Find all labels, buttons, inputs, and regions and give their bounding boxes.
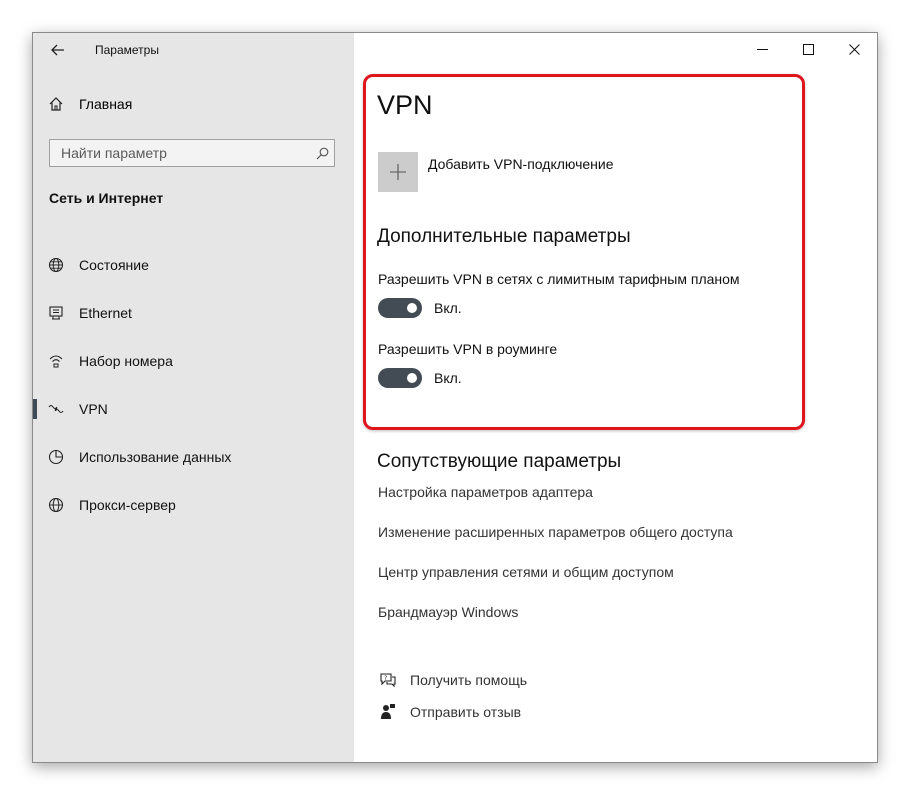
metered-toggle[interactable]: [378, 298, 422, 318]
maximize-icon[interactable]: [785, 33, 831, 65]
minimize-icon[interactable]: [739, 33, 785, 65]
page-title: VPN: [377, 90, 433, 120]
ethernet-icon: [47, 304, 65, 322]
sidebar-item-dialup[interactable]: Набор номера: [33, 337, 354, 385]
sidebar-item-label: Состояние: [79, 257, 149, 273]
window-controls: [739, 33, 877, 65]
sidebar-item-label: Использование данных: [79, 449, 232, 465]
link-network-center[interactable]: Центр управления сетями и общим доступом: [378, 564, 674, 580]
data-usage-icon: [47, 448, 65, 466]
nav-home-label: Главная: [79, 96, 133, 112]
search-input[interactable]: [50, 144, 310, 162]
link-sharing-options[interactable]: Изменение расширенных параметров общего …: [378, 524, 733, 540]
app-title: Параметры: [95, 43, 159, 57]
sidebar: Параметры Главная Сеть и Интернет Состоя…: [33, 33, 354, 762]
help-chat-icon: ?: [378, 670, 398, 690]
link-firewall[interactable]: Брандмауэр Windows: [378, 604, 518, 620]
proxy-globe-icon: [47, 496, 65, 514]
sidebar-item-label: VPN: [79, 401, 108, 417]
dialup-icon: [47, 352, 65, 370]
nav-home[interactable]: Главная: [47, 95, 132, 113]
feedback-person-icon: [378, 702, 398, 722]
globe-icon: [47, 256, 65, 274]
advanced-settings-title: Дополнительные параметры: [377, 226, 631, 247]
get-help-link[interactable]: ? Получить помощь: [378, 670, 527, 690]
link-adapter-options[interactable]: Настройка параметров адаптера: [378, 484, 593, 500]
add-vpn-button[interactable]: Добавить VPN-подключение: [378, 152, 614, 192]
home-icon: [47, 95, 65, 113]
sidebar-item-vpn[interactable]: VPN: [33, 385, 354, 433]
plus-icon: [378, 152, 418, 192]
related-settings-title: Сопутствующие параметры: [377, 451, 622, 472]
send-feedback-label: Отправить отзыв: [410, 704, 522, 720]
get-help-label: Получить помощь: [410, 672, 528, 688]
sidebar-item-status[interactable]: Состояние: [33, 241, 354, 289]
sidebar-item-label: Набор номера: [79, 353, 173, 369]
vpn-icon: [47, 400, 65, 418]
sidebar-item-label: Прокси-сервер: [79, 497, 176, 513]
search-box[interactable]: [49, 139, 335, 167]
search-icon[interactable]: [310, 147, 334, 160]
add-vpn-label: Добавить VPN-подключение: [428, 156, 614, 172]
send-feedback-link[interactable]: Отправить отзыв: [378, 702, 521, 722]
metered-toggle-state: Вкл.: [434, 300, 462, 316]
toggle-knob: [407, 373, 417, 383]
roaming-toggle-row: Вкл.: [378, 368, 462, 388]
close-icon[interactable]: [831, 33, 877, 65]
settings-window: Параметры Главная Сеть и Интернет Состоя…: [32, 32, 878, 763]
roaming-toggle[interactable]: [378, 368, 422, 388]
svg-text:?: ?: [384, 675, 387, 682]
sidebar-item-label: Ethernet: [79, 305, 132, 321]
sidebar-item-data-usage[interactable]: Использование данных: [33, 433, 354, 481]
roaming-toggle-state: Вкл.: [434, 370, 462, 386]
nav-list: Состояние Ethernet Набор номера VPN Испо…: [33, 241, 354, 529]
metered-setting-label: Разрешить VPN в сетях с лимитным тарифны…: [378, 271, 740, 287]
metered-toggle-row: Вкл.: [378, 298, 462, 318]
toggle-knob: [407, 303, 417, 313]
roaming-setting-label: Разрешить VPN в роуминге: [378, 341, 558, 357]
back-arrow-icon[interactable]: [47, 39, 69, 61]
sidebar-item-proxy[interactable]: Прокси-сервер: [33, 481, 354, 529]
sidebar-item-ethernet[interactable]: Ethernet: [33, 289, 354, 337]
section-header: Сеть и Интернет: [49, 190, 164, 206]
main-content: VPN Добавить VPN-подключение Дополнитель…: [354, 33, 877, 762]
